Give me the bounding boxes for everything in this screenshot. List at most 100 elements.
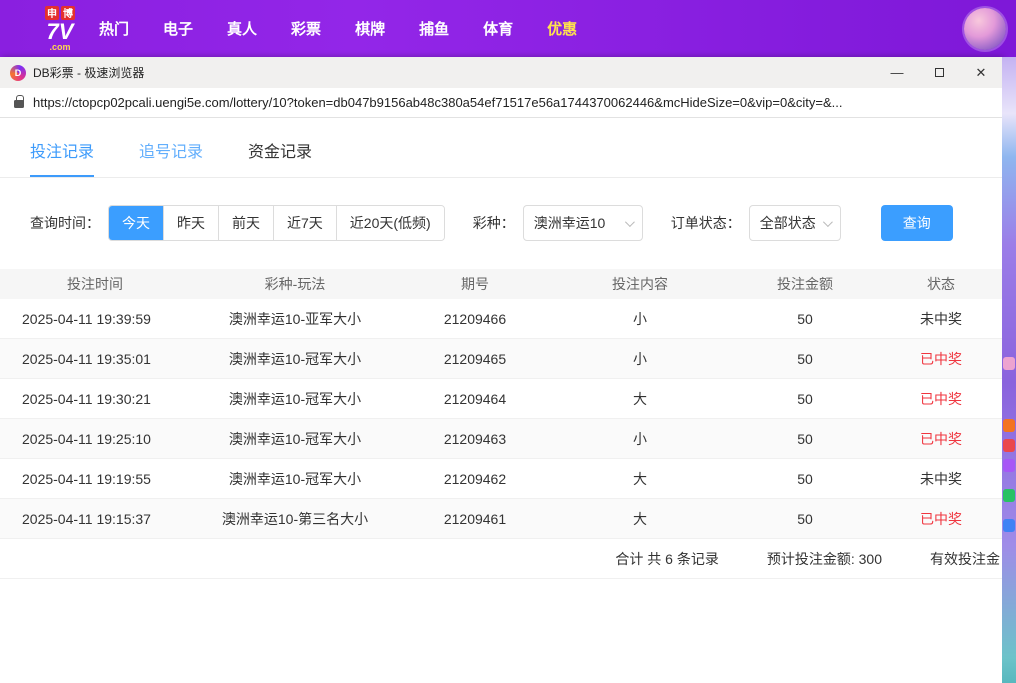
order-status-value: 全部状态 — [760, 213, 816, 233]
cell-content: 大 — [550, 469, 730, 489]
cell-status: 未中奖 — [880, 469, 1002, 489]
nav-item-chess[interactable]: 棋牌 — [353, 12, 387, 45]
cell-content: 小 — [550, 429, 730, 449]
cell-time: 2025-04-11 19:15:37 — [0, 511, 190, 527]
top-menu: 热门电子真人彩票棋牌捕鱼体育优惠 — [97, 12, 579, 45]
minimize-button[interactable]: — — [876, 57, 918, 88]
lock-icon — [14, 100, 24, 108]
lottery-select[interactable]: 澳洲幸运10 — [523, 205, 643, 241]
cell-game: 澳洲幸运10-冠军大小 — [190, 469, 400, 489]
browser-title-bar: D DB彩票 - 极速浏览器 — ✕ — [0, 57, 1002, 88]
table-row: 2025-04-11 19:39:59澳洲幸运10-亚军大小21209466小5… — [0, 299, 1002, 339]
close-button[interactable]: ✕ — [960, 57, 1002, 88]
filter-bar: 查询时间： 今天昨天前天近7天近20天(低频) 彩种： 澳洲幸运10 订单状态：… — [30, 205, 1002, 241]
cell-amount: 50 — [730, 511, 880, 527]
cell-game: 澳洲幸运10-冠军大小 — [190, 389, 400, 409]
summary-total: 合计 共 6 条记录 — [615, 549, 718, 569]
lottery-select-value: 澳洲幸运10 — [534, 213, 606, 233]
summary-expected-amount: 预计投注金额: 300 — [767, 549, 882, 569]
cell-game: 澳洲幸运10-亚军大小 — [190, 309, 400, 329]
user-avatar[interactable] — [964, 8, 1006, 50]
column-header-time: 投注时间 — [0, 274, 190, 294]
nav-item-live[interactable]: 真人 — [225, 12, 259, 45]
cell-issue: 21209462 — [400, 471, 550, 487]
nav-item-sports[interactable]: 体育 — [481, 12, 515, 45]
table-row: 2025-04-11 19:19:55澳洲幸运10-冠军大小21209462大5… — [0, 459, 1002, 499]
window-title: DB彩票 - 极速浏览器 — [33, 64, 144, 81]
cell-game: 澳洲幸运10-第三名大小 — [190, 509, 400, 529]
maximize-icon — [935, 68, 944, 77]
summary-valid-amount: 有效投注金 — [930, 549, 1002, 569]
lottery-label: 彩种： — [473, 213, 515, 233]
cell-amount: 50 — [730, 471, 880, 487]
cell-game: 澳洲幸运10-冠军大小 — [190, 429, 400, 449]
cell-time: 2025-04-11 19:30:21 — [0, 391, 190, 407]
cell-status: 未中奖 — [880, 309, 1002, 329]
cell-issue: 21209466 — [400, 311, 550, 327]
nav-item-promo[interactable]: 优惠 — [545, 12, 579, 45]
cell-game: 澳洲幸运10-冠军大小 — [190, 349, 400, 369]
tab-bet-records[interactable]: 投注记录 — [30, 138, 94, 177]
record-tabs: 投注记录 追号记录 资金记录 — [0, 118, 1002, 178]
decoration — [1003, 459, 1015, 472]
column-header-issue: 期号 — [400, 274, 550, 294]
cell-content: 小 — [550, 309, 730, 329]
cell-content: 大 — [550, 389, 730, 409]
cell-time: 2025-04-11 19:39:59 — [0, 311, 190, 327]
cell-amount: 50 — [730, 311, 880, 327]
time-filter-today[interactable]: 今天 — [109, 206, 163, 240]
logo-sub-text: .com — [49, 43, 70, 52]
table-body: 2025-04-11 19:39:59澳洲幸运10-亚军大小21209466小5… — [0, 299, 1002, 539]
time-filter-last-20-days[interactable]: 近20天(低频) — [336, 206, 444, 240]
nav-item-hot[interactable]: 热门 — [97, 12, 131, 45]
tab-chase-records[interactable]: 追号记录 — [139, 138, 203, 177]
cell-time: 2025-04-11 19:35:01 — [0, 351, 190, 367]
top-nav-bar: 申 博 7V .com 热门电子真人彩票棋牌捕鱼体育优惠 — [0, 0, 1016, 57]
cell-status: 已中奖 — [880, 389, 1002, 409]
browser-window: D DB彩票 - 极速浏览器 — ✕ https://ctopcp02pcali… — [0, 57, 1002, 683]
time-filter-last-7-days[interactable]: 近7天 — [273, 206, 336, 240]
cell-issue: 21209465 — [400, 351, 550, 367]
logo-badge-2: 博 — [61, 6, 75, 20]
table-summary-row: 合计 共 6 条记录 预计投注金额: 300 有效投注金 — [0, 539, 1002, 579]
logo-badge-1: 申 — [45, 6, 59, 20]
background-page-edge — [1002, 57, 1016, 683]
table-header-row: 投注时间彩种-玩法期号投注内容投注金额状态 — [0, 269, 1002, 299]
cell-time: 2025-04-11 19:25:10 — [0, 431, 190, 447]
nav-item-fishing[interactable]: 捕鱼 — [417, 12, 451, 45]
decoration — [1003, 519, 1015, 532]
cell-issue: 21209463 — [400, 431, 550, 447]
site-logo[interactable]: 申 博 7V .com — [45, 6, 75, 52]
decoration — [1003, 357, 1015, 370]
time-filter-label: 查询时间： — [30, 213, 100, 233]
logo-main-text: 7V — [47, 21, 74, 43]
page-content: 投注记录 追号记录 资金记录 查询时间： 今天昨天前天近7天近20天(低频) 彩种：… — [0, 118, 1002, 683]
order-status-select[interactable]: 全部状态 — [749, 205, 841, 241]
cell-status: 已中奖 — [880, 509, 1002, 529]
chevron-down-icon — [625, 217, 635, 227]
bet-records-table: 投注时间彩种-玩法期号投注内容投注金额状态 2025-04-11 19:39:5… — [0, 269, 1002, 579]
tab-fund-records[interactable]: 资金记录 — [248, 138, 312, 177]
cell-issue: 21209464 — [400, 391, 550, 407]
chevron-down-icon — [823, 217, 833, 227]
time-filter-yesterday[interactable]: 昨天 — [163, 206, 218, 240]
decoration — [1003, 439, 1015, 452]
cell-amount: 50 — [730, 391, 880, 407]
decoration — [1003, 419, 1015, 432]
time-filter-day-before[interactable]: 前天 — [218, 206, 273, 240]
nav-item-slots[interactable]: 电子 — [161, 12, 195, 45]
maximize-button[interactable] — [918, 57, 960, 88]
column-header-status: 状态 — [880, 274, 1002, 294]
decoration — [1003, 489, 1015, 502]
search-button[interactable]: 查询 — [881, 205, 953, 241]
cell-status: 已中奖 — [880, 429, 1002, 449]
column-header-amount: 投注金额 — [730, 274, 880, 294]
nav-item-lottery[interactable]: 彩票 — [289, 12, 323, 45]
cell-content: 大 — [550, 509, 730, 529]
order-status-label: 订单状态： — [671, 213, 741, 233]
cell-amount: 50 — [730, 351, 880, 367]
cell-amount: 50 — [730, 431, 880, 447]
db-browser-logo-icon: D — [10, 65, 26, 81]
address-bar[interactable]: https://ctopcp02pcali.uengi5e.com/lotter… — [0, 88, 1002, 118]
screen: 申 博 7V .com 热门电子真人彩票棋牌捕鱼体育优惠 D DB彩票 - 极速… — [0, 0, 1016, 683]
